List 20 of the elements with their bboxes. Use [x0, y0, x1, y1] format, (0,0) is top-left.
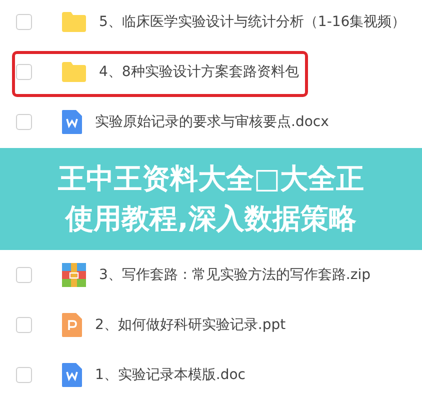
archive-icon: [61, 262, 87, 288]
file-name[interactable]: 1、实验记录本模版.doc: [95, 366, 246, 384]
checkbox[interactable]: [16, 64, 32, 80]
word-document-icon: [61, 362, 83, 388]
banner-title: 使用教程,深入数据策略: [66, 201, 356, 237]
checkbox[interactable]: [16, 267, 32, 283]
word-document-icon: [61, 109, 83, 135]
checkbox[interactable]: [16, 317, 32, 333]
file-name[interactable]: 5、临床医学实验设计与统计分析（1-16集视频）: [99, 13, 406, 31]
folder-icon: [61, 11, 87, 33]
folder-icon: [61, 61, 87, 83]
file-name[interactable]: 3、写作套路：常见实验方法的写作套路.zip: [99, 266, 370, 284]
checkbox[interactable]: [16, 114, 32, 130]
banner-title: 王中王资料大全□大全正: [58, 161, 364, 197]
checkbox[interactable]: [16, 367, 32, 383]
file-name[interactable]: 2、如何做好科研实验记录.ppt: [95, 316, 286, 334]
checkbox[interactable]: [16, 14, 32, 30]
file-name[interactable]: 4、8种实验设计方案套路资料包: [99, 63, 299, 81]
file-name[interactable]: 实验原始记录的要求与审核要点.docx: [95, 113, 329, 131]
presentation-icon: [61, 312, 83, 338]
